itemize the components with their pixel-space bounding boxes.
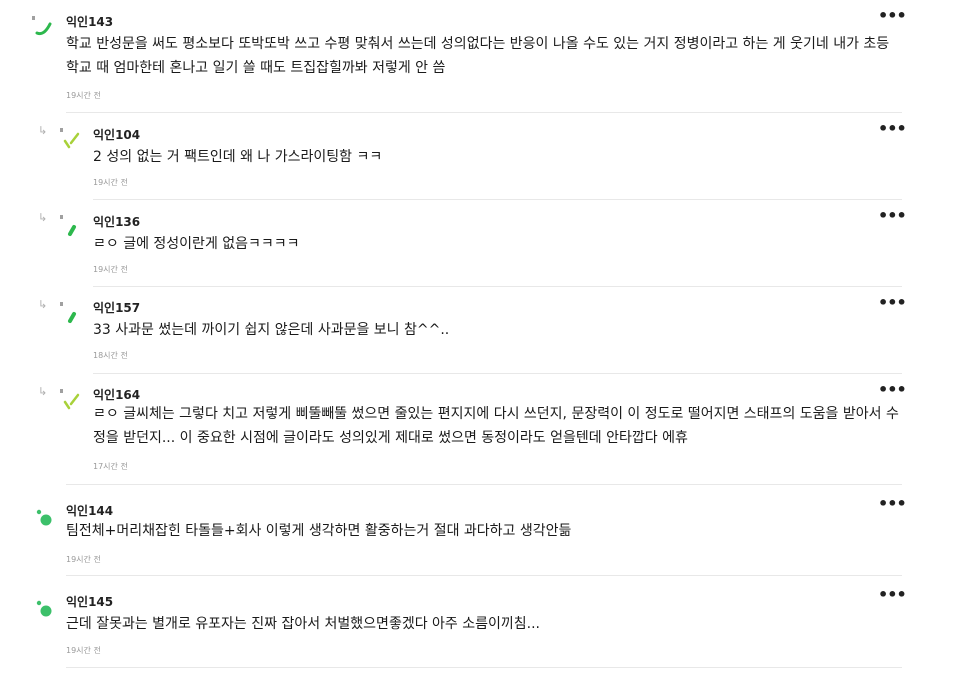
comment-text: 학교 반성문을 써도 평소보다 또박또박 쓰고 수평 맞춰서 쓰는데 성의없다는… [66,36,890,76]
comment-timestamp: 17시간 전 [93,462,128,471]
comment-text: 33 사과문 썼는데 까이기 쉽지 않은데 사과문을 보니 참^^.. [93,322,450,338]
comment-text: ㄹㅇ 글씨체는 그렇다 치고 저렇게 삐뚤빼뚤 썼으면 줄있는 편지지에 다시 … [93,406,899,446]
comment-author[interactable]: 익인157 [93,299,140,316]
comment-author[interactable]: 익인164 [93,386,140,403]
more-options-button[interactable]: ••• [878,121,907,137]
slash-icon [60,302,76,323]
more-options-button[interactable]: ••• [878,295,907,311]
comment-author[interactable]: 익인104 [93,126,140,143]
reply-arrow-icon: ↳ [38,298,48,311]
reply-arrow-icon: ↳ [38,385,48,398]
comment-timestamp: 19시간 전 [93,178,128,187]
comment-item: 익인143 학교 반성문을 써도 평소보다 또박또박 쓰고 수평 맞춰서 쓰는데… [0,0,959,112]
more-options-button[interactable]: ••• [878,496,907,512]
comment-timestamp: 19시간 전 [66,646,101,655]
divider [66,667,902,668]
comment-text: 근데 잘못과는 별개로 유포자는 진짜 잡아서 처벌했으면좋겠다 아주 소름이끼… [66,616,540,632]
comment-timestamp: 19시간 전 [93,265,128,274]
comment-author[interactable]: 익인136 [93,213,140,230]
check-icon [60,128,80,149]
slash-icon [60,215,76,236]
comment-text: ㄹㅇ 글에 정성이란게 없음ㅋㅋㅋㅋ [93,236,300,252]
comment-item: 익인144 팀전체+머리채잡힌 타돌들+회사 이렇게 생각하면 활중하는거 절대… [0,485,959,575]
more-options-button[interactable]: ••• [878,382,907,398]
more-options-button[interactable]: ••• [878,587,907,603]
comment-text: 2 성의 없는 거 팩트인데 왜 나 가스라이팅함 ㅋㅋ [93,149,383,165]
more-options-button[interactable]: ••• [878,8,907,24]
comment-author[interactable]: 익인145 [66,593,113,610]
comment-author[interactable]: 익인143 [66,13,113,30]
swoosh-icon [32,16,52,36]
comment-timestamp: 19시간 전 [66,91,101,100]
comment-timestamp: 19시간 전 [66,555,101,564]
comment-list: 익인143 학교 반성문을 써도 평소보다 또박또박 쓰고 수평 맞춰서 쓰는데… [0,0,959,677]
check-icon [60,389,80,410]
reply-item: ↳ 익인164 ㄹㅇ 글씨체는 그렇다 치고 저렇게 삐뚤빼뚤 썼으면 줄있는 … [0,374,959,484]
reply-item: ↳ 익인104 2 성의 없는 거 팩트인데 왜 나 가스라이팅함 ㅋㅋ 19시… [0,113,959,199]
comment-author[interactable]: 익인144 [66,502,113,519]
reply-arrow-icon: ↳ [38,211,48,224]
comment-timestamp: 18시간 전 [93,351,128,360]
comment-item: 익인145 근데 잘못과는 별개로 유포자는 진짜 잡아서 처벌했으면좋겠다 아… [0,576,959,668]
reply-item: ↳ 익인157 33 사과문 썼는데 까이기 쉽지 않은데 사과문을 보니 참^… [0,287,959,373]
comment-text: 팀전체+머리채잡힌 타돌들+회사 이렇게 생각하면 활중하는거 절대 과다하고 … [66,523,572,539]
more-options-button[interactable]: ••• [878,208,907,224]
reply-arrow-icon: ↳ [38,124,48,137]
reply-item: ↳ 익인136 ㄹㅇ 글에 정성이란게 없음ㅋㅋㅋㅋ 19시간 전 ••• [0,200,959,286]
dots-icon [36,509,52,526]
dots-icon [36,600,52,617]
